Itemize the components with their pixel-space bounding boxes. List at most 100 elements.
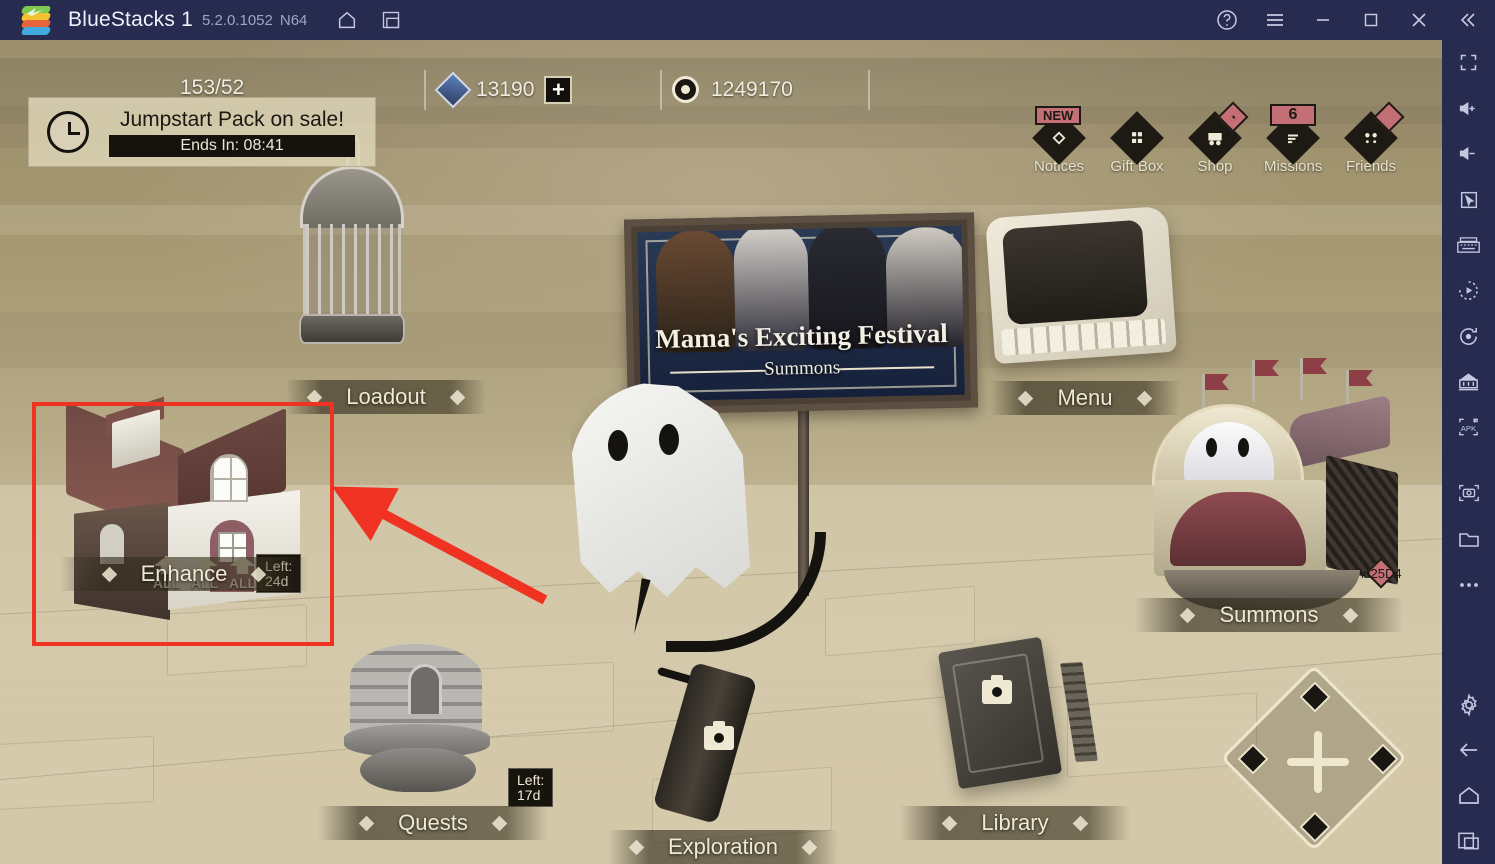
home-icon[interactable] <box>325 0 369 40</box>
annotation-arrow <box>331 486 548 605</box>
volume-down-icon[interactable] <box>1442 131 1495 177</box>
loadout-label: Loadout <box>346 384 426 409</box>
bluestacks-window: BlueStacks 1 5.2.0.1052 N64 Loadout Mama… <box>0 0 1495 864</box>
gem-icon <box>434 71 472 109</box>
app-title: BlueStacks 1 <box>68 8 193 31</box>
building-label-quests[interactable]: Quests <box>318 806 548 840</box>
gold-counter: 1249170 <box>672 76 793 103</box>
summons-label: Summons <box>1219 602 1319 627</box>
missions-count-badge: 6 <box>1270 104 1316 126</box>
book-cover <box>937 636 1063 790</box>
tower-base <box>360 748 476 792</box>
promo-title: Jumpstart Pack on sale! <box>119 107 345 131</box>
promo-timer: Ends In: 08:41 <box>109 134 355 157</box>
screenshot-icon[interactable] <box>1442 471 1495 517</box>
menu-item-friends[interactable]: Friends <box>1342 101 1405 175</box>
label-diamond-right <box>449 389 466 405</box>
media-folder-icon[interactable] <box>1442 516 1495 562</box>
label-diamond-left <box>358 815 375 831</box>
library-label: Library <box>981 810 1049 835</box>
menu-label: Menu <box>1057 385 1113 410</box>
label-diamond-right <box>491 815 508 831</box>
android-home-icon[interactable] <box>1442 773 1495 819</box>
instances-icon[interactable] <box>369 0 413 40</box>
summons-mascot-eye-left <box>1206 438 1217 457</box>
loadout-object[interactable] <box>299 136 410 346</box>
exploration-label: Exploration <box>667 834 779 859</box>
quests-label: Quests <box>398 810 468 835</box>
menu-icon[interactable] <box>1251 0 1299 40</box>
label-diamond-left <box>942 815 958 831</box>
hud-separator <box>424 70 426 110</box>
summons-mascot-eye-right <box>1238 438 1249 457</box>
gift-box-icon <box>1110 111 1164 165</box>
fullscreen-icon[interactable] <box>1442 40 1495 86</box>
building-label-library[interactable]: Library <box>900 806 1130 840</box>
annotation-highlight-box <box>32 402 334 646</box>
camera-icon <box>704 721 734 750</box>
add-gems-button[interactable]: + <box>544 76 573 104</box>
building-label-exploration[interactable]: Exploration <box>608 830 838 864</box>
bluestacks-logo-icon <box>20 6 52 35</box>
promo-banner[interactable]: Jumpstart Pack on sale! Ends In: 08:41 <box>28 97 376 167</box>
hud-separator <box>660 70 662 110</box>
cage-dome <box>300 166 404 228</box>
scythe-handle <box>666 532 826 652</box>
ghost-character[interactable] <box>570 382 840 652</box>
game-viewport[interactable]: Loadout Mama's Exciting Festival Summons <box>0 40 1442 864</box>
gold-icon <box>672 76 699 103</box>
bluestacks-toolbar: APK <box>1442 40 1495 864</box>
minimize-icon[interactable] <box>1299 0 1347 40</box>
game-menu-bar: NEW Notices Gift Box ◔ Shop 6 Missions F… <box>1030 101 1405 175</box>
label-diamond-left <box>628 839 645 855</box>
label-diamond-right <box>1342 607 1358 623</box>
title-bar: BlueStacks 1 5.2.0.1052 N64 <box>0 0 1495 40</box>
summons-object[interactable]: \u25D4 <box>1140 358 1410 615</box>
menu-item-gift-box[interactable]: Gift Box <box>1108 110 1166 175</box>
quests-timer-badge: Left: 17d <box>508 768 554 808</box>
menu-item-missions[interactable]: 6 Missions <box>1264 104 1322 175</box>
keyboard-controls-icon[interactable] <box>1442 222 1495 268</box>
monitor-shell <box>985 205 1177 365</box>
summons-flag <box>1252 360 1255 402</box>
library-object[interactable] <box>937 636 1098 804</box>
building-label-summons[interactable]: Summons <box>1134 598 1404 632</box>
menu-item-shop[interactable]: ◔ Shop <box>1186 101 1249 175</box>
scythe-blade <box>626 577 650 634</box>
rotate-icon[interactable] <box>1442 313 1495 359</box>
gem-counter: 13190 + <box>434 71 573 109</box>
book-inner-frame <box>951 653 1045 774</box>
monitor-screen <box>1001 219 1149 326</box>
navigation-dpad[interactable] <box>1220 664 1408 852</box>
exploration-object[interactable] <box>652 661 782 828</box>
label-diamond-right <box>1072 815 1088 831</box>
macro-recorder-icon[interactable] <box>1442 268 1495 314</box>
install-apk-icon[interactable]: APK <box>1442 405 1495 451</box>
recent-apps-icon[interactable] <box>1442 819 1495 864</box>
app-version: 5.2.0.1052 <box>201 11 273 29</box>
gem-value: 13190 <box>476 78 535 101</box>
maximize-icon[interactable] <box>1347 0 1395 40</box>
help-icon[interactable] <box>1203 0 1251 40</box>
menu-item-notices[interactable]: NEW Notices <box>1030 106 1088 175</box>
ghost-eye-left <box>608 430 628 461</box>
notices-new-badge: NEW <box>1035 106 1082 125</box>
close-icon[interactable] <box>1395 0 1443 40</box>
cursor-mode-icon[interactable] <box>1442 177 1495 223</box>
settings-gear-icon[interactable] <box>1442 682 1495 728</box>
cage-bars <box>303 224 401 320</box>
multi-instance-icon[interactable] <box>1442 359 1495 405</box>
hud-separator <box>868 70 870 110</box>
menu-object[interactable] <box>985 205 1180 365</box>
quests-object[interactable] <box>340 644 500 804</box>
ghost-eye-right <box>659 424 679 455</box>
back-icon[interactable] <box>1442 727 1495 773</box>
collapse-icon[interactable] <box>1443 0 1491 40</box>
more-options-icon[interactable] <box>1442 562 1495 608</box>
volume-up-icon[interactable] <box>1442 86 1495 132</box>
cage-base <box>299 314 405 344</box>
label-diamond-right <box>801 839 818 855</box>
label-diamond-left <box>1018 390 1034 406</box>
label-diamond-left <box>1180 607 1196 623</box>
summons-flag <box>1300 358 1303 400</box>
